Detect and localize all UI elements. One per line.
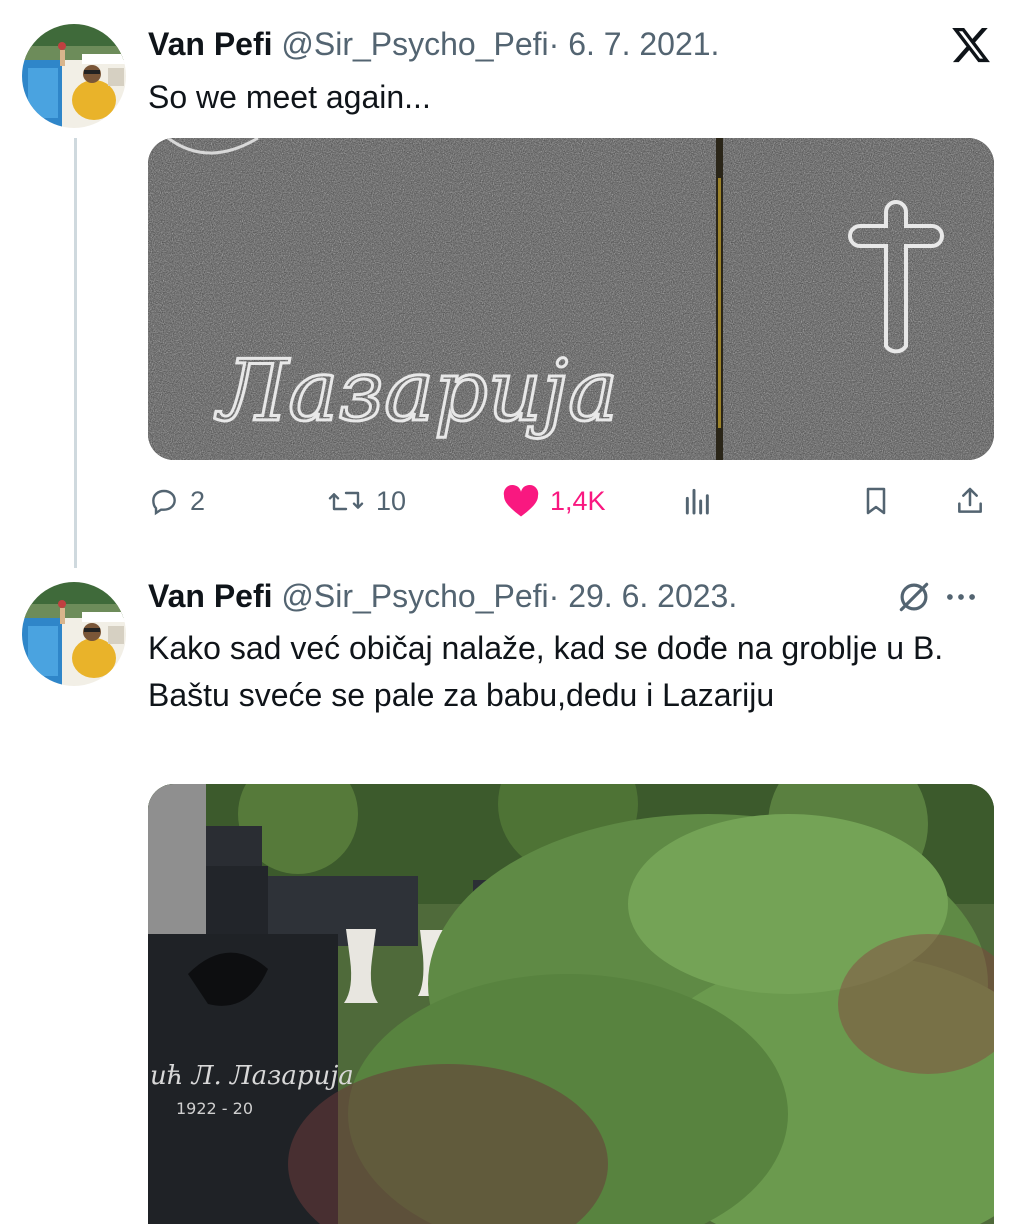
tweet-text: So we meet again... — [148, 79, 431, 115]
tweet-date[interactable]: 6. 7. 2021. — [568, 26, 719, 62]
heart-filled-icon — [503, 484, 539, 517]
avatar[interactable] — [22, 582, 126, 686]
avatar-image — [22, 582, 126, 686]
bookmark-button[interactable] — [860, 478, 892, 524]
views-chart-icon — [685, 488, 709, 515]
avatar[interactable] — [22, 24, 126, 128]
reply-count: 2 — [190, 485, 206, 516]
gravestone-engraving: Лазарија — [214, 342, 618, 440]
tweet-text: Kako sad već običaj nalaže, kad se dođe … — [148, 630, 944, 713]
tweet-date[interactable]: 29. 6. 2023. — [568, 578, 737, 614]
thread-connector-line — [74, 138, 77, 568]
gravestone-engraving: ић Л. Лазарија — [150, 1061, 354, 1091]
avatar-image — [22, 24, 126, 128]
repost-count: 10 — [376, 485, 407, 516]
share-button[interactable] — [954, 478, 986, 524]
tweet-header: Van Pefi @Sir_Psycho_Pefi· 6. 7. 2021. — [148, 26, 719, 63]
share-icon — [958, 487, 982, 513]
author-handle[interactable]: @Sir_Psycho_Pefi — [281, 578, 548, 614]
grok-icon[interactable] — [895, 578, 933, 621]
more-dots-icon[interactable] — [942, 578, 980, 621]
author-name[interactable]: Van Pefi — [148, 578, 273, 614]
tweet-header: Van Pefi @Sir_Psycho_Pefi· 29. 6. 2023. — [148, 578, 737, 615]
like-count: 1,4K — [550, 485, 606, 516]
views-button[interactable] — [682, 478, 714, 524]
separator-dot: · — [548, 578, 560, 614]
separator-dot: · — [548, 26, 560, 62]
tweet-photo-gravestone[interactable]: Лазарија — [148, 138, 994, 460]
tweet-photo-cemetery[interactable]: ић Л. Лазарија 1922 - 20 — [148, 784, 994, 1224]
repost-icon — [328, 491, 364, 511]
x-logo-icon[interactable] — [950, 24, 992, 66]
reply-icon — [152, 489, 176, 516]
like-button[interactable]: 1,4K — [502, 478, 606, 524]
tweet-actions: 2 10 1,4K — [148, 478, 994, 524]
bookmark-icon — [866, 487, 886, 515]
reply-button[interactable]: 2 — [148, 478, 205, 524]
author-handle[interactable]: @Sir_Psycho_Pefi — [281, 26, 548, 62]
author-name[interactable]: Van Pefi — [148, 26, 273, 62]
repost-button[interactable]: 10 — [326, 478, 406, 524]
gravestone-years: 1922 - 20 — [176, 1099, 253, 1118]
